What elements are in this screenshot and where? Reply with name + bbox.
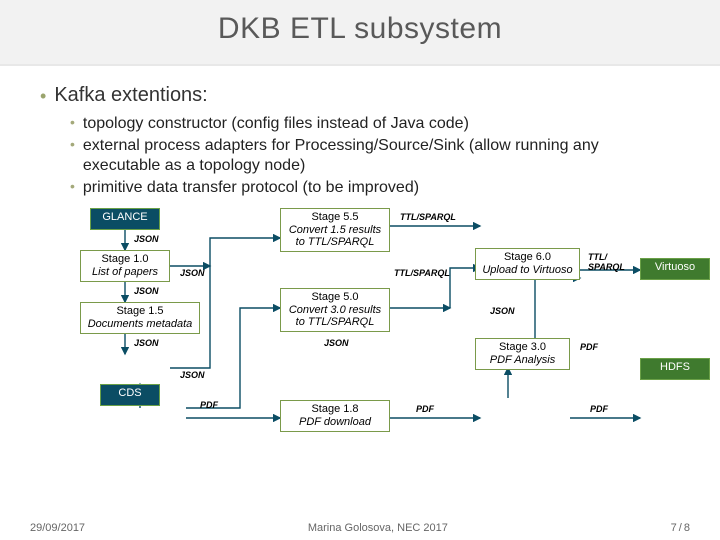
edge-label: JSON	[134, 286, 159, 296]
edge-label: TTL/ SPARQL	[588, 252, 632, 272]
bullet-level2: • external process adapters for Processi…	[70, 136, 680, 176]
footer-date: 29/09/2017	[30, 522, 85, 534]
edge-label: PDF	[200, 400, 218, 410]
bullet-l2-text: external process adapters for Processing…	[83, 136, 680, 176]
edge-label: PDF	[416, 404, 434, 414]
box-stage-1-0: Stage 1.0List of papers	[80, 250, 170, 282]
box-stage-3-0: Stage 3.0PDF Analysis	[475, 338, 570, 370]
bullet-level2: • primitive data transfer protocol (to b…	[70, 178, 680, 198]
edge-label: PDF	[580, 342, 598, 352]
box-cds: CDS	[100, 384, 160, 406]
edge-label: TTL/SPARQL	[394, 268, 450, 278]
box-stage-6-0: Stage 6.0Upload to Virtuoso	[475, 248, 580, 280]
edge-label: JSON	[134, 338, 159, 348]
edge-label: JSON	[134, 234, 159, 244]
edge-label: PDF	[590, 404, 608, 414]
box-hdfs: HDFS	[640, 358, 710, 380]
bullet-dot-icon: •	[70, 178, 75, 198]
footer: 29/09/2017 Marina Golosova, NEC 2017 7/8	[0, 522, 720, 534]
bullet-level1: • Kafka extentions:	[40, 84, 680, 108]
footer-author: Marina Golosova, NEC 2017	[308, 522, 448, 534]
edge-label: TTL/SPARQL	[400, 212, 456, 222]
bullet-l2-text: primitive data transfer protocol (to be …	[83, 178, 419, 198]
bullet-l1-text: Kafka extentions:	[54, 84, 207, 108]
edge-label: JSON	[180, 268, 205, 278]
bullet-level2: • topology constructor (config files ins…	[70, 114, 680, 134]
bullet-dot-icon: •	[40, 84, 46, 108]
title-band: DKB ETL subsystem	[0, 0, 720, 66]
footer-page: 7/8	[671, 522, 690, 534]
slide-title: DKB ETL subsystem	[0, 12, 720, 46]
bullet-dot-icon: •	[70, 114, 75, 134]
box-glance: GLANCE	[90, 208, 160, 230]
box-virtuoso: Virtuoso	[640, 258, 710, 280]
edge-label: JSON	[324, 338, 349, 348]
flow-diagram: GLANCE Stage 1.0List of papers Stage 1.5…	[80, 208, 660, 428]
box-stage-1-8: Stage 1.8PDF download	[280, 400, 390, 432]
box-stage-5-0: Stage 5.0Convert 3.0 results to TTL/SPAR…	[280, 288, 390, 332]
box-stage-1-5: Stage 1.5Documents metadata	[80, 302, 200, 334]
bullet-dot-icon: •	[70, 136, 75, 176]
content-area: • Kafka extentions: • topology construct…	[0, 66, 720, 428]
box-stage-5-5: Stage 5.5Convert 1.5 results to TTL/SPAR…	[280, 208, 390, 252]
edge-label: JSON	[180, 370, 205, 380]
bullet-l2-text: topology constructor (config files inste…	[83, 114, 469, 134]
edge-label: JSON	[490, 306, 515, 316]
